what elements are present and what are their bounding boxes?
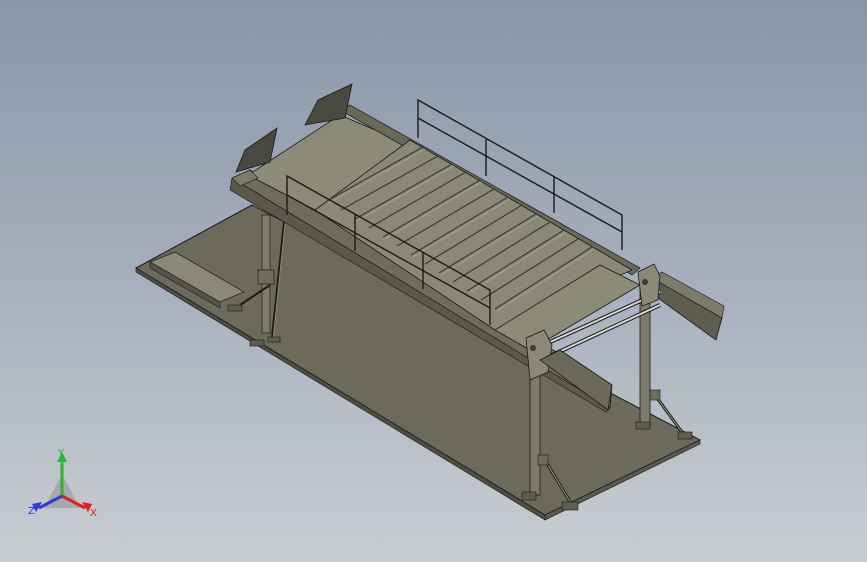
conveyor-model[interactable]	[0, 0, 867, 562]
z-axis-label: Z	[28, 506, 35, 517]
coordinate-triad[interactable]: Y X Z	[22, 446, 106, 526]
y-axis-label: Y	[57, 448, 65, 459]
graphics-viewport[interactable]: Y X Z	[0, 0, 867, 562]
triad-graphic: Y X Z	[28, 448, 97, 519]
x-axis-label: X	[90, 508, 97, 519]
